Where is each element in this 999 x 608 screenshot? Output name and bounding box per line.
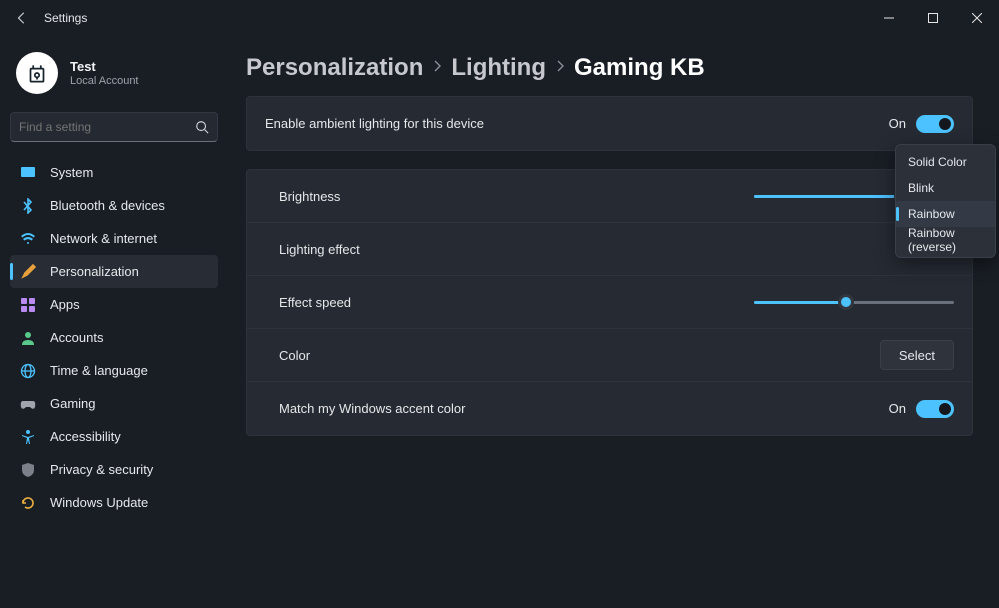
globe-icon xyxy=(20,363,36,379)
sidebar-item-privacy-security[interactable]: Privacy & security xyxy=(10,453,218,486)
back-button[interactable] xyxy=(14,10,30,26)
person-icon xyxy=(20,330,36,346)
gamepad-icon xyxy=(20,396,36,412)
close-button[interactable] xyxy=(955,2,999,34)
row-lighting-effect[interactable]: Lighting effect xyxy=(247,223,972,276)
maximize-button[interactable] xyxy=(911,2,955,34)
sidebar-nav: System Bluetooth & devices Network & inter… xyxy=(10,156,218,519)
sidebar-item-label: System xyxy=(50,165,93,180)
breadcrumb-current: Gaming KB xyxy=(574,54,705,82)
sidebar-item-label: Privacy & security xyxy=(50,462,153,477)
sidebar-item-label: Gaming xyxy=(50,396,96,411)
match-accent-label: Match my Windows accent color xyxy=(265,401,889,416)
brush-icon xyxy=(20,264,36,280)
window-title: Settings xyxy=(44,11,87,25)
sidebar-item-label: Personalization xyxy=(50,264,139,279)
breadcrumb-lighting[interactable]: Lighting xyxy=(451,54,546,82)
sidebar-item-system[interactable]: System xyxy=(10,156,218,189)
apps-icon xyxy=(20,297,36,313)
sidebar-item-label: Accounts xyxy=(50,330,103,345)
row-brightness: Brightness xyxy=(247,170,972,223)
sidebar-item-bluetooth-devices[interactable]: Bluetooth & devices xyxy=(10,189,218,222)
avatar xyxy=(16,52,58,94)
sidebar: Test Local Account System Bluetooth & dev… xyxy=(0,36,228,608)
menu-item-blink[interactable]: Blink xyxy=(896,175,995,201)
sidebar-item-accessibility[interactable]: Accessibility xyxy=(10,420,218,453)
ambient-card: Enable ambient lighting for this device … xyxy=(246,96,973,151)
sidebar-item-windows-update[interactable]: Windows Update xyxy=(10,486,218,519)
minimize-button[interactable] xyxy=(867,2,911,34)
titlebar: Settings xyxy=(0,0,999,36)
search-input-wrap[interactable] xyxy=(10,112,218,142)
menu-item-solid-color[interactable]: Solid Color xyxy=(896,149,995,175)
display-icon xyxy=(20,165,36,181)
profile-block[interactable]: Test Local Account xyxy=(10,44,218,104)
menu-item-rainbow[interactable]: Rainbow xyxy=(896,201,995,227)
lighting-effect-menu[interactable]: Solid ColorBlinkRainbowRainbow (reverse) xyxy=(895,144,996,258)
sidebar-item-personalization[interactable]: Personalization xyxy=(10,255,218,288)
effect-speed-slider[interactable] xyxy=(754,293,954,311)
ambient-toggle[interactable] xyxy=(916,115,954,133)
update-icon xyxy=(20,495,36,511)
row-effect-speed: Effect speed xyxy=(247,276,972,329)
row-ambient: Enable ambient lighting for this device … xyxy=(247,97,972,150)
sidebar-item-apps[interactable]: Apps xyxy=(10,288,218,321)
settings-card: Brightness Lighting effect Effect speed … xyxy=(246,169,973,436)
lighting-effect-label: Lighting effect xyxy=(265,242,954,257)
search-icon xyxy=(195,120,209,134)
sidebar-item-label: Network & internet xyxy=(50,231,157,246)
ambient-label: Enable ambient lighting for this device xyxy=(265,116,889,131)
sidebar-item-accounts[interactable]: Accounts xyxy=(10,321,218,354)
sidebar-item-label: Time & language xyxy=(50,363,148,378)
row-match-accent: Match my Windows accent color On xyxy=(247,382,972,435)
sidebar-item-label: Bluetooth & devices xyxy=(50,198,165,213)
match-accent-state-text: On xyxy=(889,401,906,416)
breadcrumb-personalization[interactable]: Personalization xyxy=(246,54,423,82)
sidebar-item-time-language[interactable]: Time & language xyxy=(10,354,218,387)
wifi-icon xyxy=(20,231,36,247)
menu-item-rainbow-reverse-[interactable]: Rainbow (reverse) xyxy=(896,227,995,253)
color-select-button[interactable]: Select xyxy=(880,340,954,370)
chevron-right-icon xyxy=(552,59,568,77)
match-accent-toggle[interactable] xyxy=(916,400,954,418)
breadcrumb: Personalization Lighting Gaming KB xyxy=(246,54,973,82)
brightness-label: Brightness xyxy=(265,189,754,204)
profile-subtitle: Local Account xyxy=(70,75,139,87)
search-input[interactable] xyxy=(19,120,195,134)
sidebar-item-gaming[interactable]: Gaming xyxy=(10,387,218,420)
row-color: Color Select xyxy=(247,329,972,382)
shield-icon xyxy=(20,462,36,478)
main-content: Personalization Lighting Gaming KB Enabl… xyxy=(228,36,999,608)
chevron-right-icon xyxy=(429,59,445,77)
sidebar-item-label: Windows Update xyxy=(50,495,148,510)
color-label: Color xyxy=(265,348,880,363)
effect-speed-label: Effect speed xyxy=(265,295,754,310)
ambient-state-text: On xyxy=(889,116,906,131)
sidebar-item-network-internet[interactable]: Network & internet xyxy=(10,222,218,255)
bluetooth-icon xyxy=(20,198,36,214)
profile-name: Test xyxy=(70,59,139,74)
sidebar-item-label: Accessibility xyxy=(50,429,121,444)
sidebar-item-label: Apps xyxy=(50,297,80,312)
accessibility-icon xyxy=(20,429,36,445)
